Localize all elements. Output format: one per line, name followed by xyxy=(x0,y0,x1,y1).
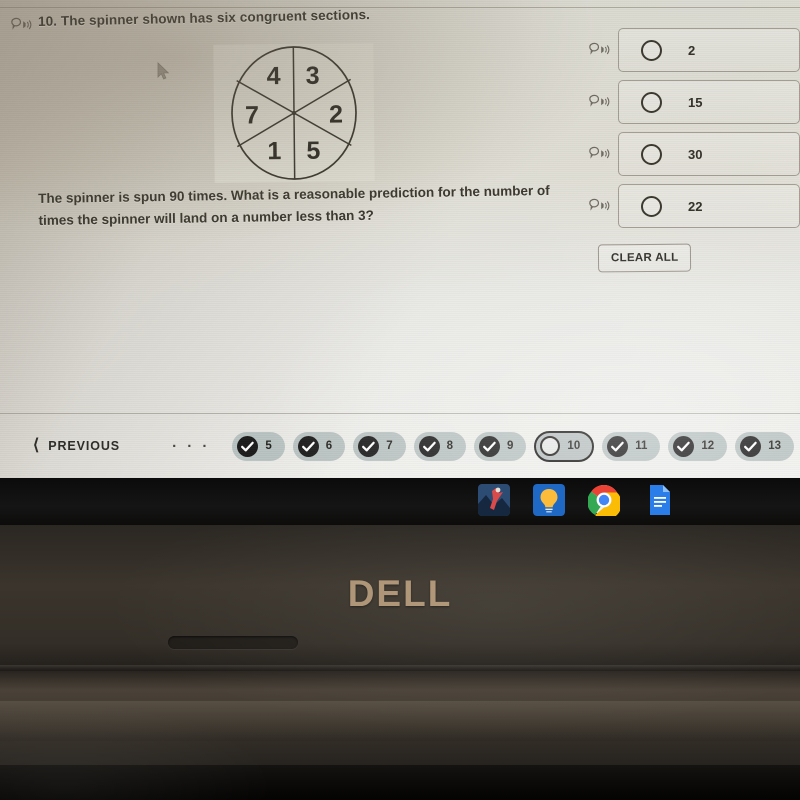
laptop-lower-body xyxy=(0,701,800,741)
page-title: 10. The spinner shown has six congruent … xyxy=(38,7,370,29)
pagination-ellipsis: · · · xyxy=(172,437,211,455)
check-circle-icon xyxy=(358,435,380,457)
answer-choice-2[interactable]: 30 xyxy=(588,130,800,178)
page-pill-12[interactable]: 12 xyxy=(668,431,728,461)
page-pill-10-current[interactable]: 10 xyxy=(534,430,595,462)
speaker-text-to-speech-icon[interactable] xyxy=(10,17,32,33)
answer-option-label: 2 xyxy=(688,42,696,58)
answer-choice-list: 2 15 30 22 xyxy=(588,26,800,234)
screen-top-divider xyxy=(0,7,800,8)
question-number: 10. xyxy=(37,13,58,29)
page-pill-11[interactable]: 11 xyxy=(602,431,661,461)
check-circle-icon xyxy=(418,435,440,457)
speaker-text-to-speech-icon[interactable] xyxy=(588,42,610,58)
laptop-base-shadow xyxy=(0,765,800,800)
page-number: 9 xyxy=(507,440,514,452)
page-number: 13 xyxy=(768,440,781,452)
check-circle-icon xyxy=(740,435,762,457)
check-circle-icon xyxy=(237,435,259,457)
page-pill-7[interactable]: 7 xyxy=(353,431,406,461)
answer-choice-3[interactable]: 22 xyxy=(588,182,800,230)
radio-button[interactable] xyxy=(641,195,662,217)
lightbulb-app-icon[interactable] xyxy=(533,484,565,516)
spinner-label-4: 4 xyxy=(267,62,281,90)
clear-all-button[interactable]: CLEAR ALL xyxy=(597,243,692,273)
page-pill-8[interactable]: 8 xyxy=(413,431,467,461)
shelf-app-list xyxy=(478,484,675,516)
radio-button[interactable] xyxy=(641,91,662,113)
radio-button[interactable] xyxy=(641,39,662,61)
answer-option-label: 30 xyxy=(688,146,703,162)
check-circle-icon xyxy=(479,435,501,457)
spinner-label-3: 3 xyxy=(306,62,320,90)
laptop-screen: 10. The spinner shown has six congruent … xyxy=(0,0,800,478)
page-number: 5 xyxy=(265,440,272,452)
answer-option-box[interactable]: 15 xyxy=(618,80,800,124)
spinner-label-7: 7 xyxy=(245,101,259,129)
laptop-photo: 10. The spinner shown has six congruent … xyxy=(0,0,800,800)
spinner-label-5: 5 xyxy=(306,137,320,165)
spinner-label-1: 1 xyxy=(267,137,281,165)
laptop-bezel: DELL xyxy=(0,525,800,800)
page-pill-5[interactable]: 5 xyxy=(232,431,285,461)
previous-label: PREVIOUS xyxy=(48,439,121,453)
answer-option-box[interactable]: 2 xyxy=(618,28,800,72)
google-docs-icon[interactable] xyxy=(643,484,675,516)
spinner-figure: 4 3 2 5 1 7 xyxy=(213,43,375,183)
laptop-edge-highlight xyxy=(0,665,800,671)
radio-button[interactable] xyxy=(641,143,662,165)
check-circle-icon xyxy=(297,435,319,457)
chevron-left-icon: ⟨ xyxy=(33,437,40,454)
spinner-label-2: 2 xyxy=(329,100,343,128)
pagination-list: 5 6 7 8 9 10 11 12 13 xyxy=(232,430,794,462)
answer-option-box[interactable]: 22 xyxy=(618,184,800,228)
page-number: 11 xyxy=(635,440,648,452)
laptop-hinge-vent xyxy=(168,636,298,649)
check-circle-icon xyxy=(607,435,629,457)
question-navigation-bar: ⟨ PREVIOUS · · · 5 6 7 8 9 10 11 12 13 xyxy=(0,414,800,478)
page-pill-13[interactable]: 13 xyxy=(735,431,794,461)
previous-button[interactable]: ⟨ PREVIOUS xyxy=(33,438,120,454)
page-number: 8 xyxy=(446,440,454,452)
check-circle-icon xyxy=(673,435,695,457)
empty-circle-icon xyxy=(540,436,561,456)
answer-option-label: 22 xyxy=(688,198,703,214)
speaker-text-to-speech-icon[interactable] xyxy=(588,94,610,110)
page-pill-9[interactable]: 9 xyxy=(474,431,527,461)
page-number: 7 xyxy=(386,440,393,452)
spinner-wheel-svg: 4 3 2 5 1 7 xyxy=(231,46,357,180)
page-number: 6 xyxy=(325,440,333,452)
answer-choice-1[interactable]: 15 xyxy=(588,78,800,126)
question-body: The spinner is spun 90 times. What is a … xyxy=(38,182,550,228)
answer-option-label: 15 xyxy=(688,94,703,110)
speaker-text-to-speech-icon[interactable] xyxy=(588,146,610,162)
page-number: 10 xyxy=(567,440,581,452)
answer-choice-0[interactable]: 2 xyxy=(588,26,800,74)
question-header: 10. The spinner shown has six congruent … xyxy=(10,7,370,33)
dell-brand-logo: DELL xyxy=(0,573,800,615)
page-pill-6[interactable]: 6 xyxy=(292,431,346,461)
page-number: 12 xyxy=(701,440,715,452)
answer-option-box[interactable]: 30 xyxy=(618,132,800,176)
chromeos-shelf xyxy=(0,478,800,525)
chrome-browser-icon[interactable] xyxy=(588,484,620,516)
mouse-cursor-icon xyxy=(157,62,171,82)
dell-logo-text: DELL xyxy=(347,573,453,614)
question-prompt: The spinner shown has six congruent sect… xyxy=(60,7,371,29)
speaker-text-to-speech-icon[interactable] xyxy=(588,198,610,214)
photo-app-icon[interactable] xyxy=(478,484,510,516)
